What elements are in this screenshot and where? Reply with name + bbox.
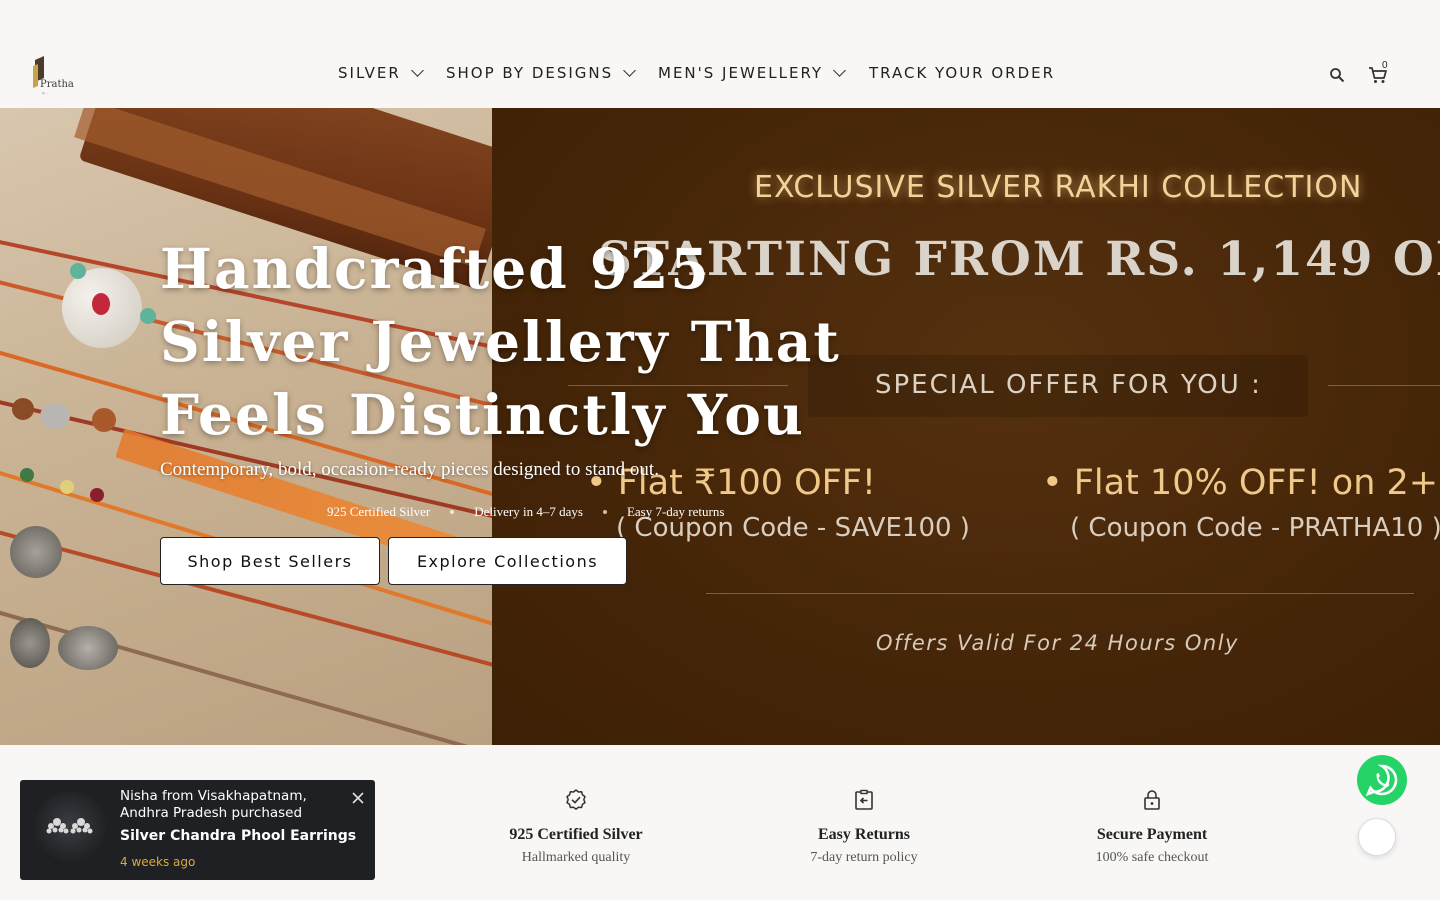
promo-offer-2: • Flat 10% OFF! on 2+ R <box>1042 463 1440 503</box>
toast-message: Nisha from Visakhapatnam, Andhra Pradesh… <box>120 788 307 821</box>
feature-secure-payment: Secure Payment 100% safe checkout <box>1052 788 1252 866</box>
feature-subtitle: 7-day return policy <box>810 850 918 865</box>
chevron-down-icon <box>833 64 846 77</box>
promo-headline: EXCLUSIVE SILVER RAKHI COLLECTION <box>754 170 1363 205</box>
feature-returns: Easy Returns 7-day return policy <box>764 788 964 866</box>
return-icon <box>855 789 873 810</box>
hero-subtitle: Contemporary, bold, occasion-ready piece… <box>160 459 659 480</box>
promo-coupon-2: ( Coupon Code - PRATHA10 ) <box>1070 513 1440 543</box>
rakhi-bead <box>40 403 70 429</box>
divider <box>706 593 1414 594</box>
product-thumbnail[interactable] <box>33 792 107 866</box>
nav-item-track-order[interactable]: TRACK YOUR ORDER <box>869 64 1055 82</box>
hero-feature-list: 925 Certified Silver Delivery in 4–7 day… <box>327 504 724 520</box>
rakhi-bead <box>92 408 116 432</box>
hero-title: Handcrafted 925 Silver Jewellery That Fe… <box>160 236 841 447</box>
cart-count-badge: 0 <box>1382 60 1388 71</box>
chevron-down-icon <box>623 64 637 77</box>
toast-time: 4 weeks ago <box>120 855 196 869</box>
whatsapp-button[interactable] <box>1357 755 1407 805</box>
feature-title: Easy Returns <box>817 826 910 843</box>
hero-banner: EXCLUSIVE SILVER RAKHI COLLECTION STARTI… <box>0 108 1440 745</box>
rakhi-bead <box>20 468 34 482</box>
rakhi-silver-bead <box>10 526 62 578</box>
logo-text: Pratha <box>40 79 74 90</box>
separator-dot <box>602 510 607 514</box>
rakhi-bead <box>12 398 34 420</box>
feature-certified: 925 Certified Silver Hallmarked quality <box>476 788 676 866</box>
hero-feature: 925 Certified Silver <box>327 504 431 519</box>
search-icon[interactable] <box>1329 67 1345 83</box>
badge-check-icon <box>566 789 586 810</box>
feature-subtitle: Hallmarked quality <box>521 850 631 865</box>
feature-subtitle: 100% safe checkout <box>1095 850 1209 865</box>
nav-item-label: MEN'S JEWELLERY <box>658 64 824 82</box>
nav-item-label: TRACK YOUR ORDER <box>869 64 1056 82</box>
nav-item-mens-jewellery[interactable]: MEN'S JEWELLERY <box>658 64 846 82</box>
close-icon[interactable] <box>350 790 366 806</box>
rakhi-bead <box>140 308 156 324</box>
nav-item-label: SILVER <box>338 64 401 82</box>
chevron-down-icon <box>410 64 424 77</box>
hero-feature: Easy 7-day returns <box>626 504 725 519</box>
earrings-image <box>46 818 93 834</box>
rakhi-bead <box>92 293 110 315</box>
promo-validity: Offers Valid For 24 Hours Only <box>876 631 1239 655</box>
divider <box>1328 385 1440 386</box>
toast-product-name[interactable]: Silver Chandra Phool Earrings <box>120 828 356 844</box>
whatsapp-icon <box>1365 764 1398 797</box>
rakhi-silver-bead <box>10 618 50 668</box>
explore-collections-button[interactable]: Explore Collections <box>388 537 627 585</box>
nav-item-label: SHOP BY DESIGNS <box>446 64 614 82</box>
lock-icon <box>1144 790 1160 810</box>
shop-best-sellers-button[interactable]: Shop Best Sellers <box>160 537 380 585</box>
scroll-top-button[interactable] <box>1358 818 1396 856</box>
recent-purchase-toast[interactable]: Nisha from Visakhapatnam, Andhra Pradesh… <box>20 780 375 880</box>
site-header: Pratha by ... SILVER SHOP BY DESIGNS MEN… <box>0 0 1440 109</box>
rakhi-silver-bead <box>58 626 118 670</box>
logo-subtext: by ... <box>42 91 49 95</box>
rakhi-bead <box>90 488 104 502</box>
promo-offer-title: SPECIAL OFFER FOR YOU : <box>875 370 1262 400</box>
rakhi-bead <box>60 480 74 494</box>
hero-feature: Delivery in 4–7 days <box>474 504 583 519</box>
nav-item-shop-by-designs[interactable]: SHOP BY DESIGNS <box>446 64 637 82</box>
nav-item-silver[interactable]: SILVER <box>338 64 424 82</box>
rakhi-bead <box>70 263 86 279</box>
feature-title: 925 Certified Silver <box>509 826 643 843</box>
feature-title: Secure Payment <box>1096 826 1208 843</box>
separator-dot <box>450 510 455 514</box>
brand-logo[interactable]: Pratha by ... <box>30 54 80 96</box>
